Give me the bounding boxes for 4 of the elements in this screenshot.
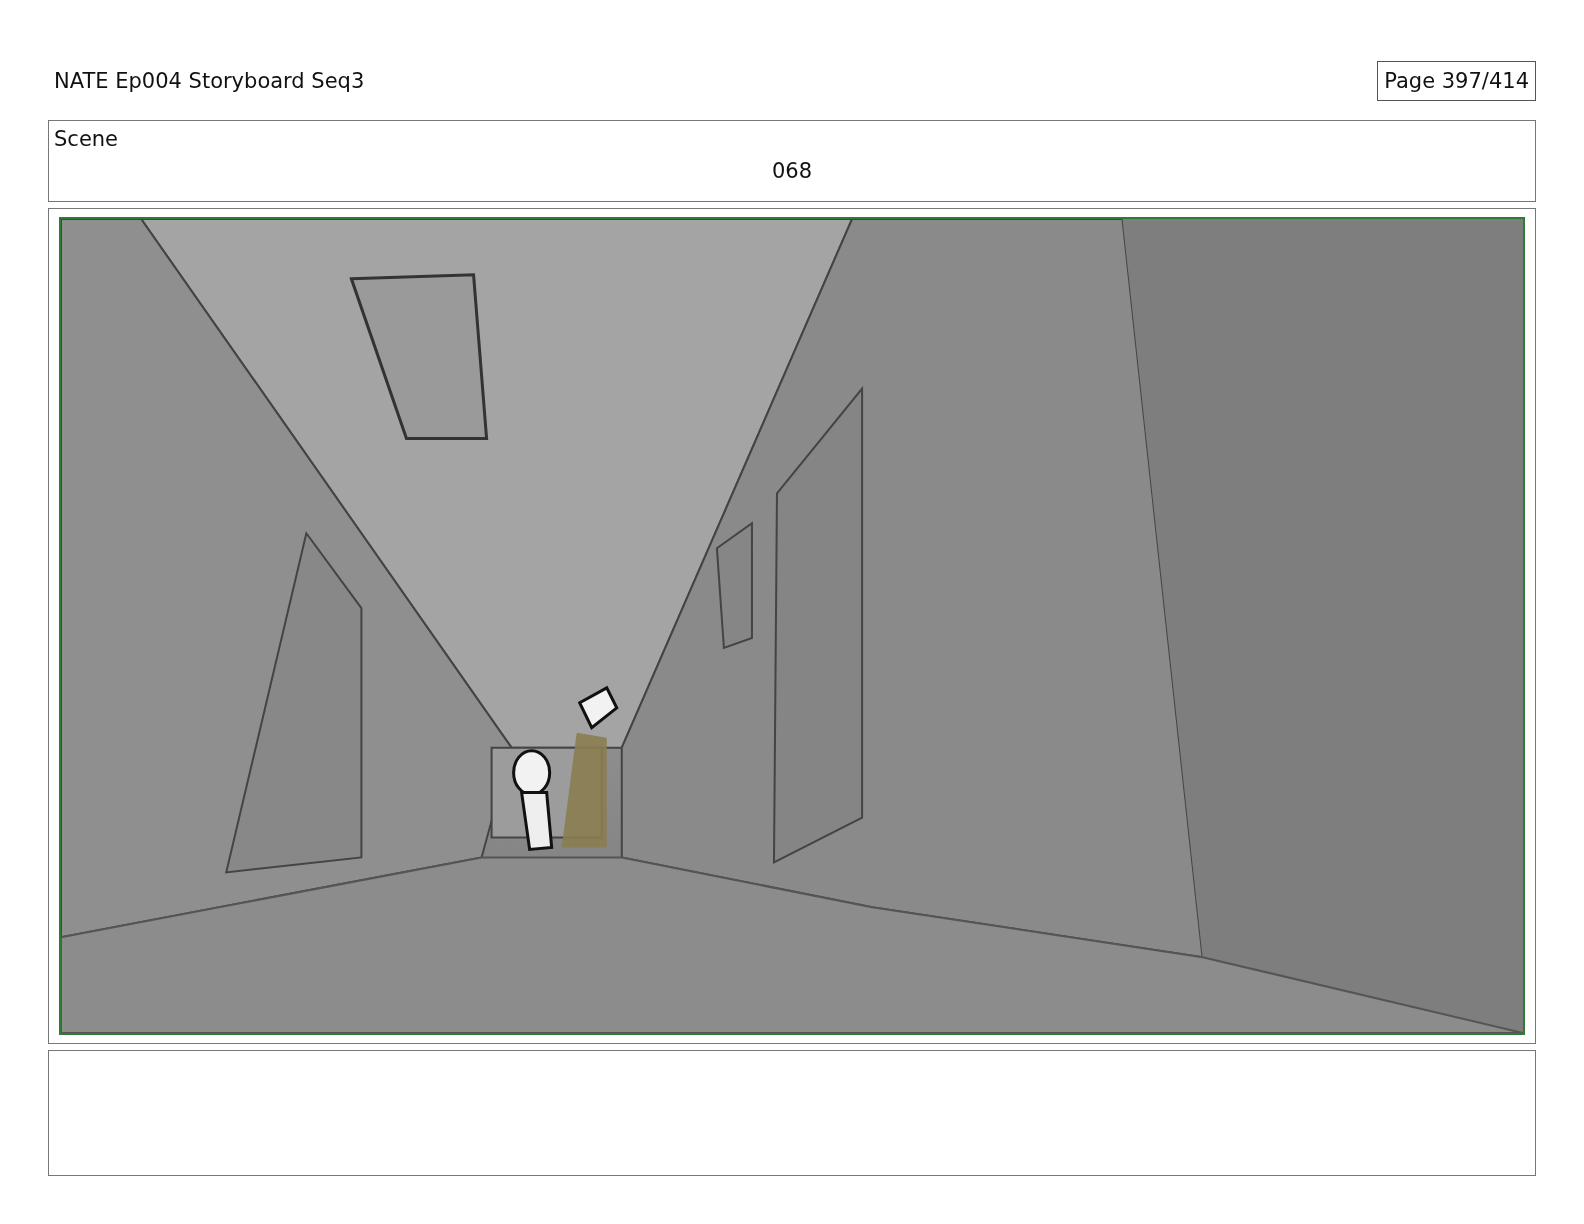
page-number: Page 397/414: [1377, 61, 1536, 101]
scene-label: Scene: [54, 127, 119, 151]
scene-number: 068: [771, 159, 813, 183]
document-title: NATE Ep004 Storyboard Seq3: [53, 69, 365, 93]
